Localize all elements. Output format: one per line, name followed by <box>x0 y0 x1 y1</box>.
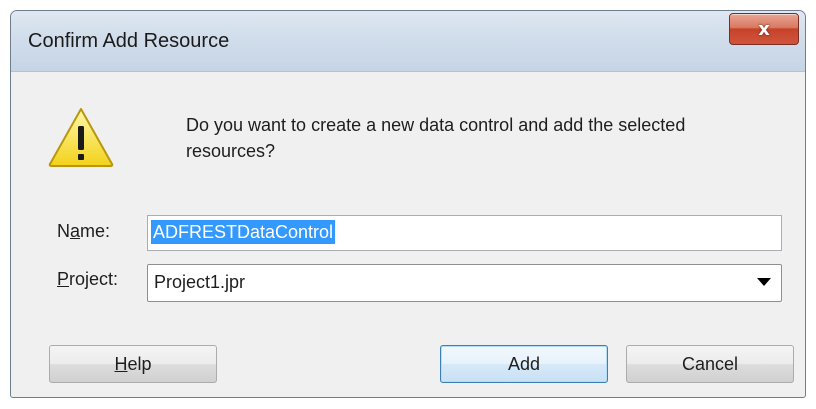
dialog-content: Do you want to create a new data control… <box>19 72 797 389</box>
title-bar[interactable]: Confirm Add Resource x <box>11 11 805 72</box>
project-select-value: Project1.jpr <box>154 272 246 292</box>
project-label: Project: <box>57 269 119 289</box>
cancel-button[interactable]: Cancel <box>626 345 794 383</box>
window-title: Confirm Add Resource <box>28 30 230 52</box>
chevron-down-icon[interactable] <box>757 278 771 286</box>
help-button[interactable]: Help <box>49 345 217 383</box>
add-button[interactable]: Add <box>440 345 608 383</box>
dialog-window: Confirm Add Resource x Do you want to cr… <box>10 10 806 398</box>
name-field-value: ADFRESTDataControl <box>151 220 336 244</box>
warning-icon <box>48 108 114 167</box>
close-icon: x <box>758 18 770 40</box>
project-select[interactable]: Project1.jpr <box>147 264 782 302</box>
name-label: Name: <box>57 221 111 241</box>
close-button[interactable]: x <box>729 13 799 45</box>
dialog-message: Do you want to create a new data control… <box>186 115 686 161</box>
name-field[interactable]: ADFRESTDataControl <box>147 215 782 251</box>
